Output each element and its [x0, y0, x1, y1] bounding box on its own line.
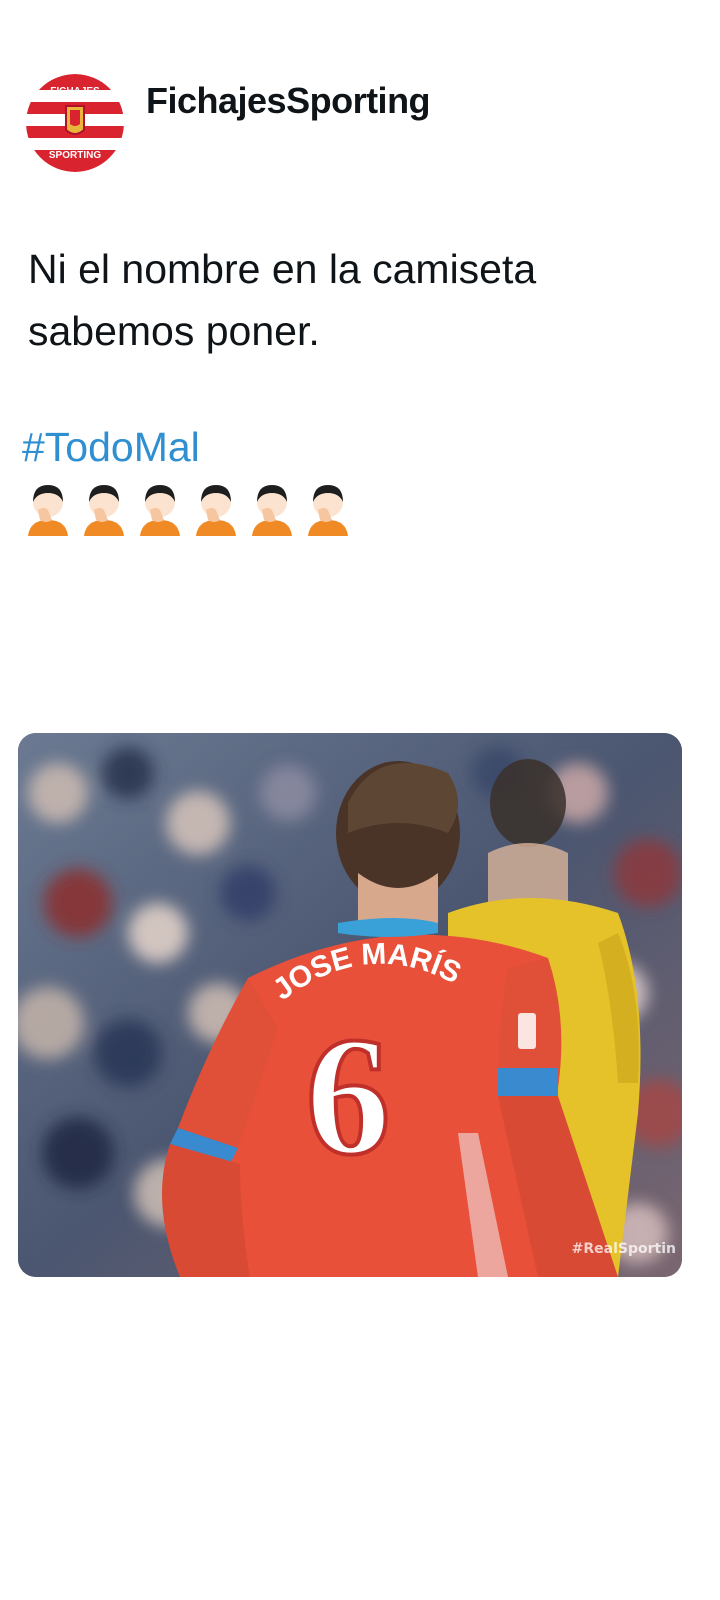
face-palm-emoji	[84, 485, 124, 536]
face-palm-emoji	[252, 485, 292, 536]
media-watermark: #RealSportin	[571, 1241, 676, 1257]
face-palm-emoji	[140, 485, 180, 536]
emoji-row	[24, 480, 352, 536]
tweet-header: FICHAJES SPORTING	[26, 74, 124, 174]
tweet-media-image[interactable]: 6 JOSE MARÍS #RealSportin	[18, 733, 682, 1277]
face-palm-emoji	[196, 485, 236, 536]
author-display-name[interactable]: FichajesSporting	[146, 80, 431, 122]
face-palm-emoji	[28, 485, 68, 536]
player-photo: 6 JOSE MARÍS	[18, 733, 682, 1277]
avatar-text-bottom: SPORTING	[49, 150, 101, 161]
face-palm-emoji	[308, 485, 348, 536]
tweet-text-line: Ni el nombre en la camiseta	[28, 246, 537, 292]
tweet-text-line: sabemos poner.	[28, 308, 320, 354]
avatar-text-top: FICHAJES	[50, 86, 100, 97]
tweet-text: Ni el nombre en la camiseta sabemos pone…	[28, 238, 688, 362]
club-logo-icon: FICHAJES SPORTING	[26, 74, 124, 172]
avatar[interactable]: FICHAJES SPORTING	[26, 74, 124, 172]
shirt-number: 6	[306, 1002, 391, 1190]
hashtag-link[interactable]: #TodoMal	[22, 424, 200, 471]
